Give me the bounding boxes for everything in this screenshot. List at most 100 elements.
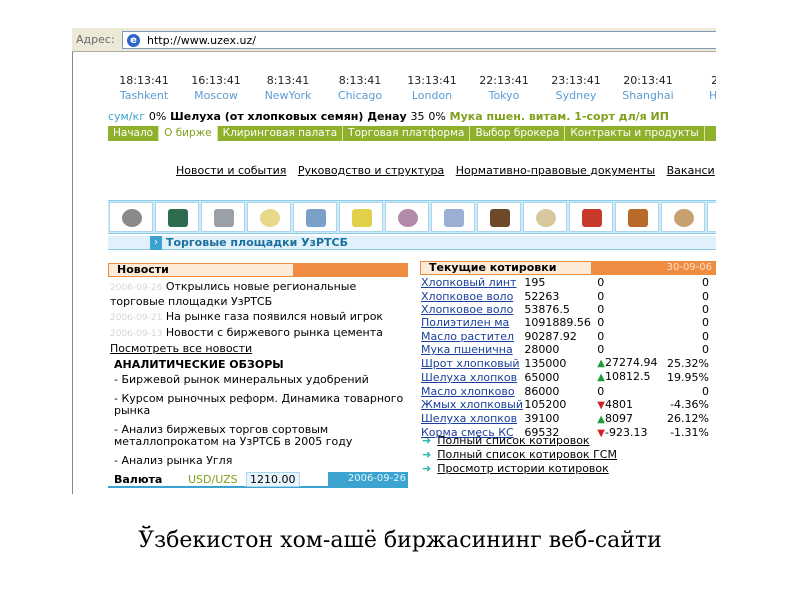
quote-percent: 25.32% bbox=[667, 356, 709, 370]
arrow-up-icon: ▲ bbox=[597, 413, 605, 425]
fuel-quotes-link[interactable]: Полный список котировок ГСМ bbox=[437, 448, 617, 461]
clock-city: Sydney bbox=[555, 89, 597, 102]
product-category-button[interactable] bbox=[569, 202, 613, 232]
quote-change: 4801 bbox=[605, 397, 633, 411]
nav-trading-platform[interactable]: Торговая платформа bbox=[343, 126, 471, 141]
nav-home[interactable]: Начало bbox=[108, 126, 160, 141]
arrow-up-icon: ▲ bbox=[597, 358, 605, 370]
product-icon-strip bbox=[108, 200, 716, 234]
nav-contracts[interactable]: Контракты и продукты bbox=[565, 126, 705, 141]
ticker-pct-2: 0% bbox=[428, 110, 446, 123]
quote-percent: 0 bbox=[702, 302, 709, 316]
quote-history-link[interactable]: Просмотр истории котировок bbox=[437, 462, 609, 475]
quote-row: Шелуха хлопков 65000 ▲10812.5 19.95% bbox=[420, 370, 710, 384]
currency-value: 1210.00 bbox=[246, 472, 300, 487]
quote-name-link[interactable]: Шелуха хлопков bbox=[421, 412, 517, 425]
link-management[interactable]: Руководство и структура bbox=[298, 164, 444, 177]
link-news-events[interactable]: Новости и события bbox=[176, 164, 286, 177]
nav-broker[interactable]: Выбор брокера bbox=[470, 126, 566, 141]
clock-city: Moscow bbox=[194, 89, 238, 102]
quote-change-cell: 0 bbox=[596, 316, 659, 329]
quote-percent: 19.95% bbox=[667, 370, 709, 384]
product-category-button[interactable] bbox=[339, 202, 383, 232]
quote-price: 53876.5 bbox=[524, 302, 570, 316]
product-category-button[interactable] bbox=[707, 202, 716, 232]
quote-row: Шрот хлопковый 135000 ▲27274.94 25.32% bbox=[420, 356, 710, 370]
news-item[interactable]: 2006-09-13 Новости с биржевого рынка цем… bbox=[110, 326, 410, 341]
quote-change-cell: ▲27274.94 bbox=[596, 356, 659, 370]
product-category-button[interactable] bbox=[155, 202, 199, 232]
clock-time: 8:13:41 bbox=[338, 74, 382, 87]
quote-name-link[interactable]: Хлопковый линт bbox=[421, 276, 516, 289]
product-category-button[interactable] bbox=[201, 202, 245, 232]
clock-3: 8:13:41 Chicago bbox=[324, 74, 396, 102]
link-vacancies[interactable]: Ваканси bbox=[667, 164, 715, 177]
quote-percent: 0 bbox=[702, 316, 709, 330]
clock-time: 20:13:41 bbox=[623, 74, 673, 87]
currency-code[interactable]: USD/UZS bbox=[188, 473, 238, 486]
quote-name-link[interactable]: Масло растител bbox=[421, 330, 514, 343]
address-label: Адрес: bbox=[76, 33, 115, 46]
clock-7: 20:13:41 Shanghai bbox=[612, 74, 684, 102]
quote-percent: 26.12% bbox=[667, 412, 709, 426]
analytics-item[interactable]: - Анализ рынка Угля bbox=[114, 455, 410, 467]
news-item[interactable]: 2006-09-26 Открылись новые региональные … bbox=[110, 280, 410, 309]
nav-clearing[interactable]: Клиринговая палата bbox=[218, 126, 344, 141]
quote-percent: 0 bbox=[702, 384, 709, 398]
quote-price: 195 bbox=[524, 276, 546, 290]
address-field[interactable]: e http://www.uzex.uz/ bbox=[122, 31, 716, 49]
quote-change: 0 bbox=[597, 276, 605, 290]
ticker-lead: сум/кг bbox=[108, 110, 145, 123]
news-text: На рынке газа появился новый игрок bbox=[165, 310, 384, 323]
quote-name-link[interactable]: Шелуха хлопков bbox=[421, 371, 517, 384]
analytics-item[interactable]: - Биржевой рынок минеральных удобрений bbox=[114, 374, 410, 386]
news-title: Новости bbox=[108, 263, 294, 277]
grain-icon bbox=[260, 209, 280, 227]
quote-row: Полиэтилен ма 1091889.56 0 0 bbox=[420, 316, 710, 329]
nav-about[interactable]: О бирже bbox=[159, 126, 218, 141]
quote-name-link[interactable]: Масло хлопково bbox=[421, 385, 515, 398]
quote-name-link[interactable]: Хлопковое воло bbox=[421, 290, 513, 303]
hide-icon bbox=[536, 209, 556, 227]
quote-name-link[interactable]: Полиэтилен ма bbox=[421, 316, 509, 329]
ticker-pct-1: 0% bbox=[148, 110, 167, 123]
clock-8: 21: Hon bbox=[684, 74, 716, 102]
main-nav: Начало О бирже Клиринговая палата Торговая … bbox=[108, 126, 716, 141]
quote-change: 10812.5 bbox=[605, 370, 651, 384]
product-category-button[interactable] bbox=[247, 202, 291, 232]
quote-links: ➜ Полный список котировок ➜ Полный список … bbox=[422, 434, 617, 476]
quote-change: 0 bbox=[597, 289, 605, 303]
bricks-icon bbox=[214, 209, 234, 227]
clock-2: 8:13:41 NewYork bbox=[252, 74, 324, 102]
quote-name-link[interactable]: Жмых хлопковый bbox=[421, 398, 523, 411]
quote-change-cell: 0 bbox=[596, 303, 659, 316]
quote-name-cell: Хлопковое воло bbox=[420, 289, 523, 303]
all-news-link[interactable]: Посмотреть все новости bbox=[110, 342, 252, 355]
full-quotes-link[interactable]: Полный список котировок bbox=[437, 434, 589, 447]
link-legal-docs[interactable]: Нормативно-правовые документы bbox=[456, 164, 655, 177]
product-category-button[interactable] bbox=[661, 202, 705, 232]
quote-name-link[interactable]: Шрот хлопковый bbox=[421, 357, 520, 370]
quote-row: Шелуха хлопков 39100 ▲8097 26.12% bbox=[420, 412, 710, 426]
quote-change: 0 bbox=[597, 329, 605, 343]
product-category-button[interactable] bbox=[385, 202, 429, 232]
product-category-button[interactable] bbox=[477, 202, 521, 232]
quote-name-cell: Полиэтилен ма bbox=[420, 316, 523, 329]
quote-price: 90287.92 bbox=[524, 329, 577, 343]
news-item[interactable]: 2006-09-21 На рынке газа появился новый … bbox=[110, 310, 410, 325]
product-category-button[interactable] bbox=[523, 202, 567, 232]
slide-caption: Ўзбекистон хом-ашё биржасининг веб-сайти bbox=[138, 528, 662, 553]
product-category-button[interactable] bbox=[615, 202, 659, 232]
product-category-button[interactable] bbox=[293, 202, 337, 232]
product-category-button[interactable] bbox=[431, 202, 475, 232]
analytics-item[interactable]: - Анализ биржевых торгов сортовым металл… bbox=[114, 424, 410, 448]
quote-name-link[interactable]: Мука пшенична bbox=[421, 343, 513, 356]
quote-name-link[interactable]: Хлопковое воло bbox=[421, 303, 513, 316]
analytics-item[interactable]: - Курсом рыночных реформ. Динамика товар… bbox=[114, 393, 410, 417]
product-category-button[interactable] bbox=[109, 202, 153, 232]
currency-date: 2006-09-26 bbox=[328, 472, 408, 486]
analytics-list: - Биржевой рынок минеральных удобрений -… bbox=[114, 374, 410, 474]
quote-name-cell: Жмых хлопковый bbox=[420, 398, 523, 412]
quote-change-cell: 0 bbox=[596, 384, 659, 398]
clock-city: Hon bbox=[709, 89, 716, 102]
